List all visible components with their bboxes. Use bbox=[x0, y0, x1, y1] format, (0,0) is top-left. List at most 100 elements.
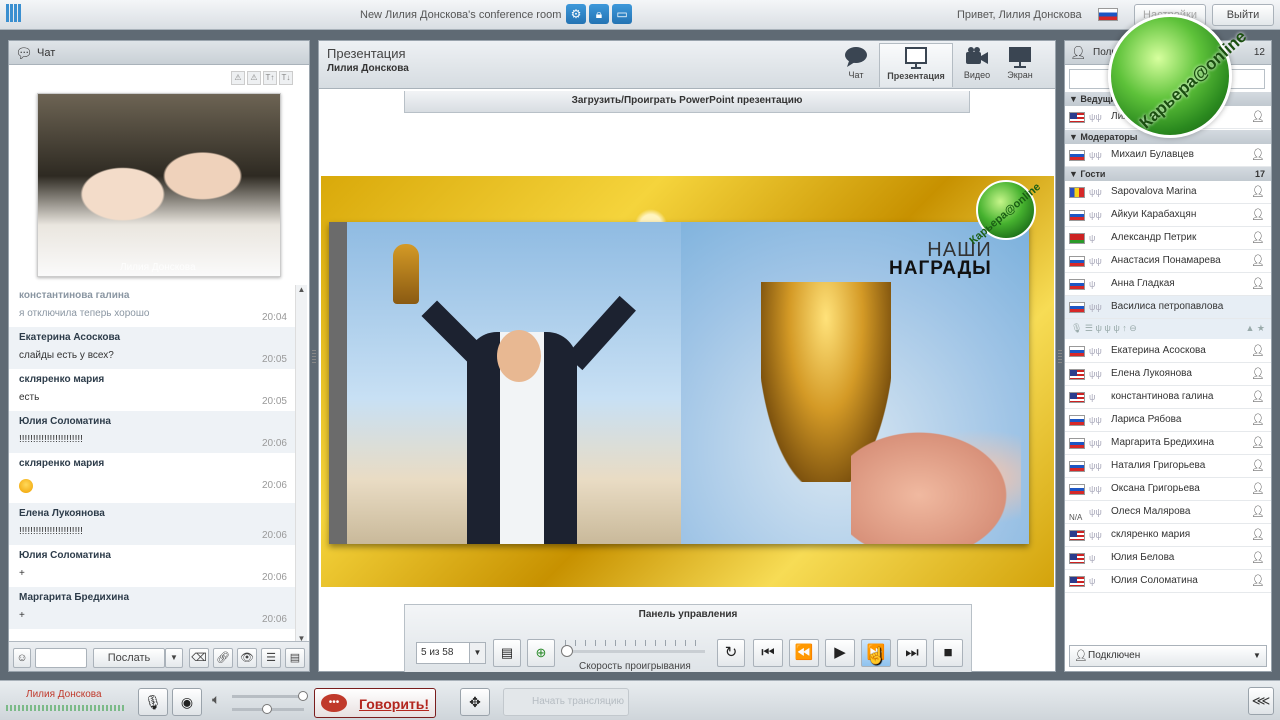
list-icon[interactable]: ☰ bbox=[261, 648, 281, 668]
smiley-emoji-icon bbox=[19, 479, 33, 493]
talk-button[interactable]: ••• Говорить! bbox=[314, 688, 436, 718]
emoji-picker-icon[interactable]: ☺ bbox=[13, 648, 31, 668]
user-row[interactable]: ψψ Айкуи Карабахцян 👤︎ bbox=[1065, 204, 1271, 227]
gear-icon[interactable]: ⚙ bbox=[566, 4, 586, 24]
user-row[interactable]: ψψ Маргарита Бредихина 👤︎ bbox=[1065, 432, 1271, 455]
speaker-volume-handle[interactable] bbox=[262, 704, 272, 714]
tab-presentation[interactable]: Презентация bbox=[879, 43, 953, 87]
mic-volume-handle[interactable] bbox=[298, 691, 308, 701]
webcam-icon[interactable]: ◉ bbox=[172, 688, 202, 716]
last-slide-icon[interactable]: ⏭ bbox=[897, 639, 927, 667]
mic-icon: ψψ bbox=[1089, 210, 1102, 220]
globe-logo-overlay bbox=[1108, 14, 1232, 138]
reload-icon[interactable]: ↻ bbox=[717, 639, 745, 667]
current-user-name: Лилия Донскова bbox=[26, 689, 102, 700]
user-name: Оксана Григорьева bbox=[1111, 483, 1200, 494]
stop-icon[interactable]: ■ bbox=[933, 639, 963, 667]
mic-volume-slider[interactable] bbox=[232, 695, 304, 698]
chat-message: Елена Лукоянова !!!!!!!!!!!!!!!!!!!!!!! … bbox=[9, 503, 295, 545]
user-row[interactable]: ψψ Елена Лукоянова 👤︎ bbox=[1065, 363, 1271, 386]
speed-slider[interactable] bbox=[565, 650, 705, 653]
user-row[interactable]: ψψ Екатерина Асоскова 👤︎ bbox=[1065, 340, 1271, 363]
mic-icon: ψψ bbox=[1089, 484, 1102, 494]
lock-icon[interactable]: 🔒︎ bbox=[589, 4, 609, 24]
flag-icon bbox=[1069, 187, 1085, 198]
user-tools-right-icons[interactable]: ▲ ★ bbox=[1246, 323, 1265, 334]
tab-video[interactable]: Видео bbox=[957, 43, 997, 87]
send-button[interactable]: Послать bbox=[93, 648, 165, 668]
left-splitter[interactable] bbox=[312, 350, 316, 364]
user-name: Александр Петрик bbox=[1111, 232, 1197, 243]
speed-slider-handle[interactable] bbox=[561, 645, 573, 657]
user-row[interactable]: ψψ скляренко мария 👤︎ bbox=[1065, 524, 1271, 547]
monitor-icon bbox=[1009, 47, 1031, 68]
group-guests[interactable]: ▼ Гости 17 bbox=[1065, 167, 1271, 181]
save-icon[interactable]: ▤ bbox=[285, 648, 305, 668]
bottom-bar: Лилия Донскова 🎙︎ ◉ 🔈︎ ••• Говорить! ✥ Н… bbox=[0, 680, 1280, 720]
user-name: Лариса Рябова bbox=[1111, 414, 1182, 425]
send-options-dropdown-icon[interactable]: ▼ bbox=[165, 648, 183, 668]
talk-label: Говорить! bbox=[359, 696, 430, 712]
flag-icon bbox=[1069, 415, 1085, 426]
window-icon[interactable]: ▭ bbox=[612, 4, 632, 24]
user-icon: 👤︎ bbox=[1070, 45, 1087, 60]
share-icon[interactable]: ⋘ bbox=[1248, 687, 1274, 715]
user-row[interactable]: ψ Юлия Белова 👤︎ bbox=[1065, 547, 1271, 570]
user-tools-icons[interactable]: 🎙︎ ☰ ψ ψ ψ ↑ ⊖ bbox=[1071, 323, 1137, 334]
flag-icon bbox=[1069, 576, 1085, 587]
webcam-image bbox=[38, 94, 280, 276]
user-row[interactable]: ψψ Анастасия Понамарева 👤︎ bbox=[1065, 250, 1271, 273]
alert-icon[interactable]: ⚠ bbox=[231, 71, 245, 85]
broadcast-button[interactable]: Начать трансляцию bbox=[503, 688, 629, 716]
slide-list-icon[interactable]: ▤ bbox=[493, 639, 521, 667]
eye-icon[interactable]: 👁︎ bbox=[237, 648, 257, 668]
scroll-up-icon[interactable]: ▲ bbox=[296, 285, 307, 294]
add-slide-icon[interactable]: ⊕ bbox=[527, 639, 555, 667]
user-row[interactable]: ψψ Василиса петропавлова bbox=[1065, 296, 1271, 319]
user-row[interactable]: ψψ Наталия Григорьева 👤︎ bbox=[1065, 455, 1271, 478]
group-count: 17 bbox=[1254, 169, 1265, 179]
user-row[interactable]: ψψ Sapovalova Marina 👤︎ bbox=[1065, 181, 1271, 204]
chevron-down-icon[interactable]: ▼ bbox=[1248, 646, 1266, 666]
fullscreen-icon[interactable]: ✥ bbox=[460, 688, 490, 716]
user-icon: 👤︎ bbox=[1251, 111, 1265, 123]
chevron-down-icon[interactable]: ▼ bbox=[469, 643, 485, 663]
tab-screen[interactable]: Экран bbox=[999, 43, 1041, 87]
right-splitter[interactable] bbox=[1058, 350, 1062, 364]
user-row[interactable]: ψψ Оксана Григорьева 👤︎ bbox=[1065, 478, 1271, 501]
tab-label: Чат bbox=[848, 70, 864, 80]
user-row[interactable]: ψ Александр Петрик 👤︎ bbox=[1065, 227, 1271, 250]
message-time: 20:06 bbox=[261, 530, 287, 541]
webcam-video[interactable]: Лилия Донскова bbox=[37, 93, 281, 277]
user-name: Юлия Соломатина bbox=[1111, 575, 1198, 586]
chat-scrollbar[interactable]: ▲ ▼ bbox=[295, 285, 307, 643]
logout-button[interactable]: Выйти bbox=[1212, 4, 1274, 26]
tab-chat[interactable]: Чат bbox=[835, 43, 877, 87]
rewind-icon[interactable]: ⏪ bbox=[789, 639, 819, 667]
user-row[interactable]: ψ константинова галина 👤︎ bbox=[1065, 386, 1271, 409]
first-slide-icon[interactable]: ⏮ bbox=[753, 639, 783, 667]
language-flag-icon[interactable] bbox=[1098, 8, 1118, 21]
status-select[interactable]: 👤︎ Подключен ▼ bbox=[1069, 645, 1267, 667]
play-icon[interactable]: ▶ bbox=[825, 639, 855, 667]
chat-message: Юлия Соломатина !!!!!!!!!!!!!!!!!!!!!!! … bbox=[9, 411, 295, 453]
message-text: слайды есть у всех? bbox=[19, 350, 114, 361]
upload-presentation-button[interactable]: Загрузить/Проиграть PowerPoint презентац… bbox=[404, 91, 970, 113]
mic-icon: ψψ bbox=[1089, 438, 1102, 448]
alert-icon[interactable]: ⚠ bbox=[247, 71, 261, 85]
user-row[interactable]: N/A ψψ Олеся Малярова 👤︎ bbox=[1065, 501, 1271, 524]
user-row[interactable]: ψψ Михаил Булавцев 👤︎ bbox=[1065, 144, 1271, 167]
eraser-icon[interactable]: ⌫ bbox=[189, 648, 209, 668]
font-increase-icon[interactable]: T↑ bbox=[263, 71, 277, 85]
user-row[interactable]: ψ Анна Гладкая 👤︎ bbox=[1065, 273, 1271, 296]
link-icon[interactable]: 🔗︎ bbox=[213, 648, 233, 668]
mic-icon: ψψ bbox=[1089, 461, 1102, 471]
user-name: константинова галина bbox=[1111, 391, 1214, 402]
user-row[interactable]: ψψ Лариса Рябова 👤︎ bbox=[1065, 409, 1271, 432]
user-icon: 👤︎ bbox=[1251, 483, 1265, 495]
slide-selector[interactable]: 5 из 58 ▼ bbox=[416, 642, 486, 664]
font-decrease-icon[interactable]: T↓ bbox=[279, 71, 293, 85]
chat-input[interactable] bbox=[35, 648, 87, 668]
microphone-icon[interactable]: 🎙︎ bbox=[138, 688, 168, 716]
user-row[interactable]: ψ Юлия Соломатина 👤︎ bbox=[1065, 570, 1271, 593]
